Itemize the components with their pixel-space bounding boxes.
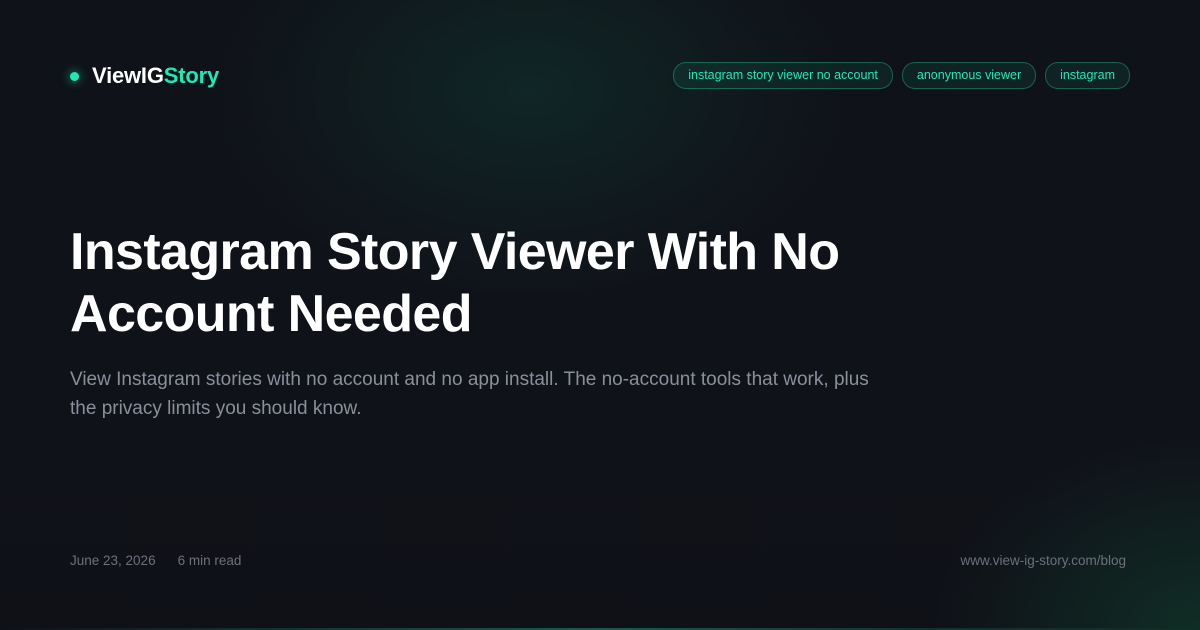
tag-instagram[interactable]: instagram [1045,62,1130,89]
brand-name-primary: ViewIG [92,63,164,88]
tag-anonymous-viewer[interactable]: anonymous viewer [901,62,1037,89]
tag-instagram-story-viewer-no-account[interactable]: instagram story viewer no account [673,62,893,89]
article-description: View Instagram stories with no account a… [70,369,869,419]
tag-list: instagram story viewer no account anonym… [673,62,1130,89]
brand-dot-icon [70,71,79,81]
site-url[interactable]: www.view-ig-story.com/blog [960,552,1126,570]
brand-name: ViewIGStory [92,60,219,92]
article-meta: June 23, 2026 6 min read [70,552,241,570]
brand-name-accent: Story [163,63,220,88]
publish-date: June 23, 2026 [70,553,156,568]
brand-logo[interactable]: ViewIGStory [70,60,219,92]
article-title: Instagram Story Viewer With No Account N… [70,223,840,343]
read-time: 6 min read [177,553,242,568]
og-card: ViewIGStory instagram story viewer no ac… [0,0,1200,630]
